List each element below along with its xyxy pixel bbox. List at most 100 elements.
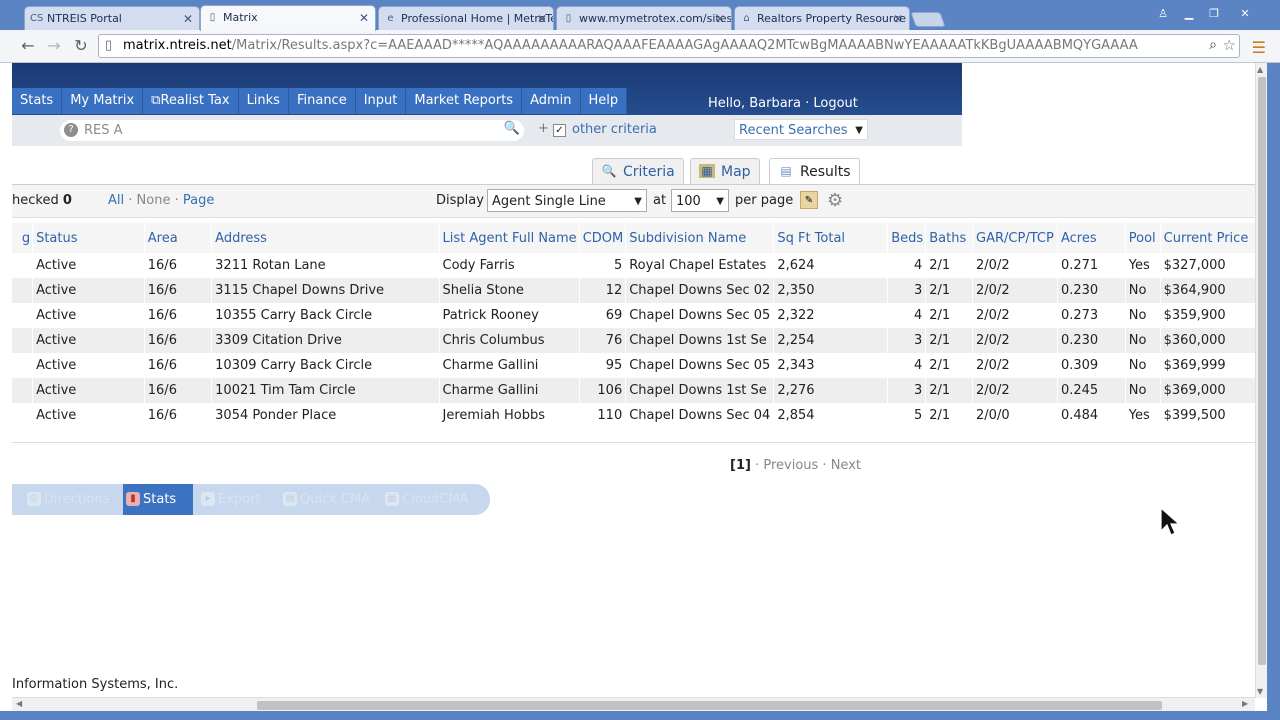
column-header[interactable]: Status xyxy=(32,223,145,253)
nav-input[interactable]: Input xyxy=(355,88,407,114)
column-header[interactable]: Current Price xyxy=(1159,223,1255,253)
new-tab-button[interactable] xyxy=(910,12,946,27)
table-cell: Yes xyxy=(1124,403,1161,428)
quick-cma-button[interactable]: ▤ Quick CMA xyxy=(280,484,375,515)
per-page-select[interactable]: 100 ▼ xyxy=(671,189,729,212)
display-select[interactable]: Agent Single Line ▼ xyxy=(487,189,647,212)
select-none-link[interactable]: None xyxy=(137,193,171,208)
help-icon[interactable]: ? xyxy=(64,123,78,137)
column-header[interactable]: List Agent Full Name xyxy=(438,223,580,253)
cloudcma-button[interactable]: ▤ CloudCMA xyxy=(382,484,482,515)
close-icon[interactable]: ✕ xyxy=(537,7,547,30)
table-cell: Active xyxy=(32,328,145,353)
page-icon: ▯ xyxy=(105,38,113,53)
notes-icon[interactable]: ✎ xyxy=(800,191,818,209)
nav-admin[interactable]: Admin xyxy=(522,88,581,114)
compass-icon: ◎ xyxy=(27,492,41,506)
other-criteria-label[interactable]: other criteria xyxy=(572,122,657,137)
user-icon[interactable]: ♙ xyxy=(1152,7,1174,21)
browser-menu-icon[interactable]: ☰ xyxy=(1252,38,1266,57)
column-header[interactable]: Sq Ft Total xyxy=(773,223,888,253)
table-row[interactable]: Active 16/6 3115 Chapel Downs Drive Shelia … xyxy=(0,278,1255,303)
column-header[interactable]: Subdivision Name xyxy=(625,223,774,253)
close-icon[interactable]: ✕ xyxy=(893,7,903,30)
table-cell: 3 xyxy=(887,328,926,353)
restore-icon[interactable]: ❐ xyxy=(1203,7,1225,21)
nav-realist-tax[interactable]: ⧉Realist Tax xyxy=(143,88,239,114)
column-header[interactable]: CDOM xyxy=(578,223,626,253)
table-row[interactable]: Active 16/6 10355 Carry Back Circle Patrick… xyxy=(0,303,1255,328)
recent-searches-dropdown[interactable]: Recent Searches ▼ xyxy=(734,119,868,140)
nav-help[interactable]: Help xyxy=(580,88,628,114)
tab-map[interactable]: ▦ Map xyxy=(690,158,760,184)
minimize-icon[interactable]: ▁ xyxy=(1178,7,1200,21)
column-header[interactable]: Pool xyxy=(1124,223,1161,253)
table-row[interactable]: Active 16/6 3309 Citation Drive Chris Colum… xyxy=(0,328,1255,353)
close-icon[interactable]: ✕ xyxy=(715,7,725,30)
table-row[interactable]: Active 16/6 3054 Ponder Place Jeremiah Hobb… xyxy=(0,403,1255,428)
table-row[interactable]: Active 16/6 10309 Carry Back Circle Charme … xyxy=(0,353,1255,378)
column-header[interactable]: Baths xyxy=(925,223,973,253)
column-header[interactable]: Beds xyxy=(887,223,926,253)
scroll-down-icon[interactable]: ▼ xyxy=(1257,687,1263,696)
horizontal-scrollbar[interactable]: ◀ ▶ xyxy=(12,697,1255,712)
directions-button[interactable]: ◎ Directions xyxy=(24,484,134,515)
browser-tab-ntreis[interactable]: CS NTREIS Portal ✕ xyxy=(24,6,200,30)
browser-tab-mymetrotex[interactable]: ▯ www.mymetrotex.com/sites/ ✕ xyxy=(556,6,732,30)
nav-market-reports[interactable]: Market Reports xyxy=(406,88,523,114)
table-row[interactable]: Active 16/6 10021 Tim Tam Circle Charme Gal… xyxy=(0,378,1255,403)
table-cell: Active xyxy=(32,253,145,278)
table-cell: 4 xyxy=(887,353,926,378)
nav-stats[interactable]: Stats xyxy=(12,88,63,114)
select-page-link[interactable]: Page xyxy=(183,193,214,208)
reload-icon[interactable]: ↻ xyxy=(71,36,91,56)
nav-links[interactable]: Links xyxy=(238,88,289,114)
scroll-right-icon[interactable]: ▶ xyxy=(1242,699,1248,708)
tab-criteria[interactable]: 🔍 Criteria xyxy=(592,158,684,184)
separator: · xyxy=(818,458,831,473)
page-icon: ▯ xyxy=(209,12,216,23)
table-cell: Charme Gallini xyxy=(438,353,580,378)
table-cell: 5 xyxy=(887,403,926,428)
nav-finance[interactable]: Finance xyxy=(288,88,356,114)
vertical-scroll-thumb[interactable] xyxy=(1258,77,1266,665)
column-header[interactable]: Address xyxy=(211,223,439,253)
bookmark-star-icon[interactable]: ☆ xyxy=(1223,36,1236,54)
table-cell: 0.230 xyxy=(1056,328,1126,353)
browser-tab-matrix[interactable]: ▯ Matrix ✕ xyxy=(200,5,376,31)
horizontal-scroll-thumb[interactable] xyxy=(257,701,1162,710)
back-arrow-icon[interactable]: ← xyxy=(18,36,38,56)
browser-tab-metrotex[interactable]: e Professional Home | MetroTe ✕ xyxy=(378,6,554,30)
magnifier-icon: 🔍 xyxy=(601,164,617,178)
table-header-row: g Status Area Address List Agent Full Na… xyxy=(0,223,1255,253)
column-header[interactable]: GAR/CP/TCP xyxy=(972,223,1058,253)
table-cell: Chapel Downs 1st Se xyxy=(625,328,774,353)
forward-arrow-icon[interactable]: → xyxy=(44,36,64,56)
next-page-link[interactable]: Next xyxy=(831,458,861,473)
table-row[interactable]: Active 16/6 3211 Rotan Lane Cody Farris 5 Roy… xyxy=(0,253,1255,278)
directions-label: Directions xyxy=(44,492,110,507)
table-cell: 2,624 xyxy=(773,253,888,278)
user-greeting-logout[interactable]: Hello, Barbara · Logout xyxy=(708,96,858,111)
window-close-icon[interactable]: ✕ xyxy=(1234,7,1256,21)
gear-icon[interactable]: ⚙ xyxy=(827,190,843,211)
nav-my-matrix[interactable]: My Matrix xyxy=(62,88,144,114)
export-button[interactable]: ▸ Export xyxy=(198,484,278,515)
close-icon[interactable]: ✕ xyxy=(359,6,369,30)
zoom-icon[interactable]: ⌕ xyxy=(1209,37,1217,53)
tab-results[interactable]: ▤ Results xyxy=(769,158,860,185)
previous-page-link[interactable]: Previous xyxy=(763,458,818,473)
select-all-link[interactable]: All xyxy=(108,193,124,208)
column-header[interactable]: Area xyxy=(143,223,212,253)
search-icon[interactable]: 🔍 xyxy=(504,121,520,136)
browser-tab-rpr[interactable]: ⌂ Realtors Property Resource ✕ xyxy=(734,6,910,30)
url-bar[interactable]: ▯ matrix.ntreis.net/Matrix/Results.aspx?… xyxy=(98,34,1240,58)
stats-button[interactable]: ▮ Stats xyxy=(123,484,193,515)
scroll-left-icon[interactable]: ◀ xyxy=(16,699,22,708)
scroll-up-icon[interactable]: ▲ xyxy=(1257,65,1263,74)
url-text[interactable]: matrix.ntreis.net/Matrix/Results.aspx?c=… xyxy=(123,38,1198,53)
column-header[interactable]: Acres xyxy=(1056,223,1126,253)
search-input[interactable] xyxy=(84,121,484,139)
close-icon[interactable]: ✕ xyxy=(183,7,193,30)
other-criteria-checkbox[interactable]: ✓ xyxy=(553,124,566,137)
